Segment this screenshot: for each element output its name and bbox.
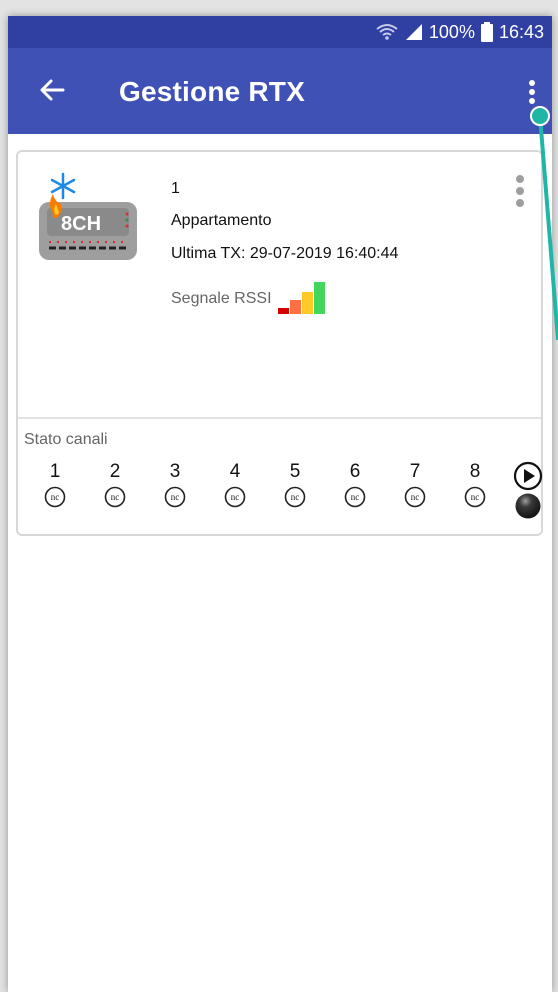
channel-number: 4 <box>229 461 241 482</box>
battery-icon <box>480 22 493 42</box>
battery-percent: 100% <box>428 21 475 42</box>
svg-text:nc: nc <box>411 492 420 502</box>
card-divider <box>18 417 541 419</box>
rssi-label: Segnale RSSI <box>171 290 272 307</box>
arrow-left-icon <box>40 79 65 101</box>
channel-7[interactable]: 7 nc <box>395 461 435 508</box>
channel-status-icon: nc <box>224 486 246 508</box>
channel-status-icon: nc <box>344 486 366 508</box>
channel-number: 1 <box>49 461 61 482</box>
rssi-row: Segnale RSSI <box>171 282 326 316</box>
signal-icon <box>405 23 423 41</box>
channel-number: 8 <box>469 461 481 482</box>
svg-text:nc: nc <box>51 492 60 502</box>
more-vert-icon <box>529 80 535 104</box>
channel-status-icon: nc <box>464 486 486 508</box>
overflow-menu-button[interactable] <box>520 72 544 112</box>
last-transmission: Ultima TX: 29-07-2019 16:40:44 <box>171 245 399 262</box>
channel-1[interactable]: 1 nc <box>35 461 75 508</box>
page-title: Gestione RTX <box>119 76 305 107</box>
svg-text:nc: nc <box>291 492 300 502</box>
signal-strength-icon <box>277 282 325 314</box>
channel-status-icon: nc <box>164 486 186 508</box>
back-button[interactable] <box>36 74 68 106</box>
svg-text:nc: nc <box>111 492 120 502</box>
status-time: 16:43 <box>498 21 544 42</box>
device-image-label: 8CH <box>61 213 101 235</box>
status-bar: 100% 16:43 <box>8 16 552 48</box>
svg-text:nc: nc <box>171 492 180 502</box>
channel-status-icon: nc <box>284 486 306 508</box>
card-menu-icon[interactable] <box>513 174 527 208</box>
channel-6[interactable]: 6 nc <box>335 461 375 508</box>
wifi-icon <box>375 23 399 41</box>
svg-text:nc: nc <box>351 492 360 502</box>
device-id: 1 <box>171 180 180 197</box>
channel-3[interactable]: 3 nc <box>155 461 195 508</box>
device-card[interactable]: 8CH 1 Appartamento Ultima TX: 29-07-2019… <box>16 150 543 536</box>
phone-screen: 100% 16:43 Gestione RTX 8CH 1 Appartamen… <box>8 16 552 992</box>
channel-status-icon: nc <box>44 486 66 508</box>
channels-section-label: Stato canali <box>24 431 108 448</box>
channel-4[interactable]: 4 nc <box>215 461 255 508</box>
channel-number: 3 <box>169 461 181 482</box>
svg-text:nc: nc <box>231 492 240 502</box>
channel-status-icon: nc <box>404 486 426 508</box>
app-bar: Gestione RTX <box>8 48 552 134</box>
channel-8[interactable]: 8 nc <box>455 461 495 508</box>
channels-row: 1 nc 2 nc 3 nc 4 nc 5 nc 6 nc 7 nc 8 nc <box>18 461 543 521</box>
channel-status-icon: nc <box>104 486 126 508</box>
channel-number: 2 <box>109 461 121 482</box>
channel-5[interactable]: 5 nc <box>275 461 315 508</box>
channel-number: 5 <box>289 461 301 482</box>
svg-text:nc: nc <box>471 492 480 502</box>
channel-number: 7 <box>409 461 421 482</box>
channel-2[interactable]: 2 nc <box>95 461 135 508</box>
connection-status-ball-icon <box>515 493 541 519</box>
channel-number: 6 <box>349 461 361 482</box>
thermostat-8ch-icon: 8CH <box>39 172 137 260</box>
play-button-icon[interactable] <box>513 461 543 491</box>
device-name: Appartamento <box>171 212 272 229</box>
